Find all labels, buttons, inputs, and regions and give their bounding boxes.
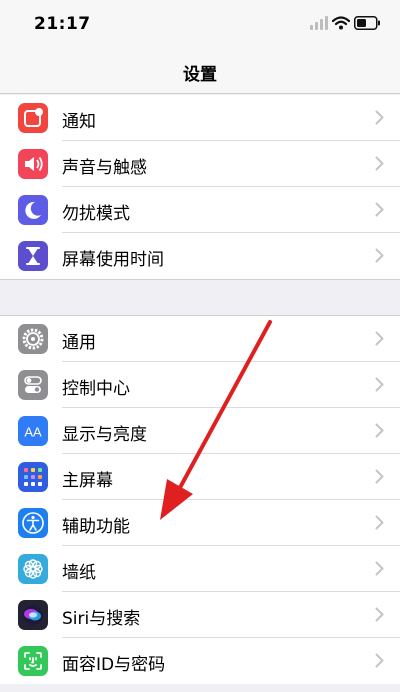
display-icon: AA [18, 416, 48, 446]
settings-row-label: 墙纸 [62, 563, 96, 583]
siri-icon [18, 600, 48, 630]
signal-icon [310, 16, 328, 30]
toggles-icon [18, 370, 48, 400]
settings-row-label: 控制中心 [62, 379, 130, 399]
settings-row-label: 面容ID与密码 [62, 655, 166, 675]
chevron-right-icon [375, 377, 384, 392]
chevron-right-icon [375, 561, 384, 576]
wallpaper-icon [18, 554, 48, 584]
accessibility-icon [18, 508, 48, 538]
settings-row-general[interactable]: 通用 [0, 316, 400, 362]
settings-group-1: 通知 声音与触感 勿扰模式 屏幕使用时间 [0, 95, 400, 280]
settings-row-display[interactable]: AA 显示与亮度 [0, 408, 400, 454]
settings-row-label: 声音与触感 [62, 158, 147, 178]
settings-row-wallpaper[interactable]: 墙纸 [0, 546, 400, 592]
chevron-right-icon [375, 156, 384, 171]
chevron-right-icon [375, 653, 384, 668]
moon-icon [18, 195, 48, 225]
settings-row-label: 辅助功能 [62, 517, 130, 537]
chevron-right-icon [375, 515, 384, 530]
settings-row-label: 显示与亮度 [62, 425, 147, 445]
status-time: 21:17 [34, 14, 91, 34]
wifi-icon [332, 16, 350, 30]
page-title: 设置 [183, 65, 217, 85]
settings-row-face-id[interactable]: 面容ID与密码 [0, 638, 400, 684]
hourglass-icon [18, 241, 48, 271]
settings-row-label: 勿扰模式 [62, 204, 130, 224]
chevron-right-icon [375, 110, 384, 125]
chevron-right-icon [375, 331, 384, 346]
chevron-right-icon [375, 469, 384, 484]
settings-row-accessibility[interactable]: 辅助功能 [0, 500, 400, 546]
chevron-right-icon [375, 607, 384, 622]
settings-row-do-not-disturb[interactable]: 勿扰模式 [0, 187, 400, 233]
home-screen-icon [18, 462, 48, 492]
battery-icon [354, 16, 380, 30]
chevron-right-icon [375, 202, 384, 217]
gear-icon [18, 324, 48, 354]
settings-group-2: 通用 控制中心 AA 显示与亮度 主屏幕 辅助功能 墙纸 Siri与搜索 面容I… [0, 315, 400, 684]
settings-row-label: 通知 [62, 112, 96, 132]
display-icon-text: AA [24, 425, 42, 440]
settings-row-label: Siri与搜索 [62, 609, 141, 629]
notifications-icon [18, 103, 48, 133]
nav-bar: 设置 [0, 48, 400, 94]
settings-row-sounds[interactable]: 声音与触感 [0, 141, 400, 187]
settings-row-screen-time[interactable]: 屏幕使用时间 [0, 233, 400, 279]
settings-row-label: 主屏幕 [62, 471, 113, 491]
status-bar: 21:17 [0, 0, 400, 48]
sounds-icon [18, 149, 48, 179]
settings-row-label: 通用 [62, 333, 96, 353]
face-id-icon [18, 646, 48, 676]
settings-row-siri[interactable]: Siri与搜索 [0, 592, 400, 638]
settings-row-notifications[interactable]: 通知 [0, 95, 400, 141]
chevron-right-icon [375, 248, 384, 263]
chevron-right-icon [375, 423, 384, 438]
settings-row-label: 屏幕使用时间 [62, 250, 164, 270]
settings-row-home-screen[interactable]: 主屏幕 [0, 454, 400, 500]
settings-row-control-center[interactable]: 控制中心 [0, 362, 400, 408]
